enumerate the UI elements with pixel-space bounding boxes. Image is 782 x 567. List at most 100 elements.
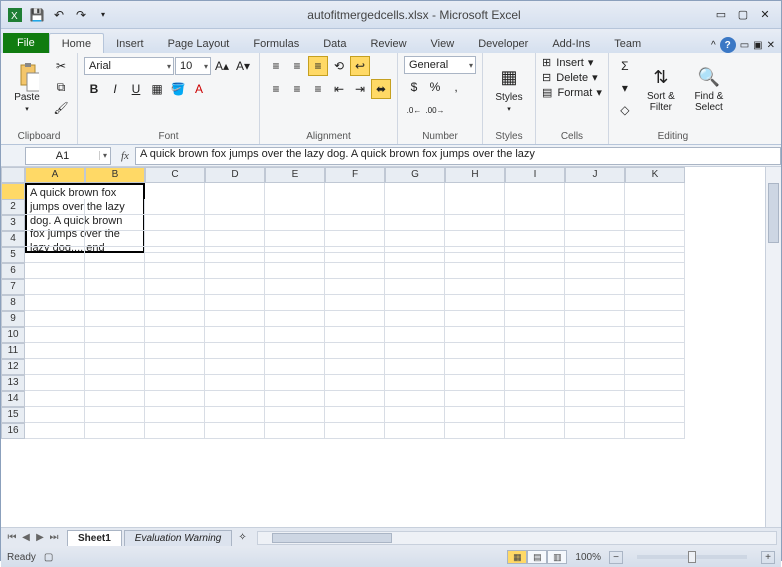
cell-K10[interactable] xyxy=(625,327,685,343)
cell-B2[interactable] xyxy=(85,199,145,215)
cell-C14[interactable] xyxy=(145,391,205,407)
column-header-H[interactable]: H xyxy=(445,167,505,183)
cell-F14[interactable] xyxy=(325,391,385,407)
cell-K2[interactable] xyxy=(625,199,685,215)
cell-F10[interactable] xyxy=(325,327,385,343)
doc-close-button[interactable]: ✕ xyxy=(767,40,775,51)
cell-C11[interactable] xyxy=(145,343,205,359)
cell-I16[interactable] xyxy=(505,423,565,439)
close-button[interactable]: ✕ xyxy=(755,7,775,23)
cell-E9[interactable] xyxy=(265,311,325,327)
row-header-7[interactable]: 7 xyxy=(1,279,25,295)
cell-A11[interactable] xyxy=(25,343,85,359)
find-select-button[interactable]: 🔍 Find & Select xyxy=(687,56,731,122)
column-header-F[interactable]: F xyxy=(325,167,385,183)
sort-filter-button[interactable]: ⇅ Sort & Filter xyxy=(639,56,683,122)
cell-F7[interactable] xyxy=(325,279,385,295)
font-size-combo[interactable]: 10 xyxy=(175,57,211,75)
cell-D12[interactable] xyxy=(205,359,265,375)
increase-font-button[interactable]: A▴ xyxy=(212,56,232,76)
cell-D10[interactable] xyxy=(205,327,265,343)
cell-J2[interactable] xyxy=(565,199,625,215)
tab-page-layout[interactable]: Page Layout xyxy=(156,34,242,53)
align-left-button[interactable]: ≡ xyxy=(266,79,286,99)
cell-A3[interactable] xyxy=(25,215,85,231)
paste-button[interactable]: Paste ▾ xyxy=(7,56,47,122)
cell-I11[interactable] xyxy=(505,343,565,359)
cell-K4[interactable] xyxy=(625,231,685,247)
cell-D8[interactable] xyxy=(205,295,265,311)
cell-C15[interactable] xyxy=(145,407,205,423)
cell-K6[interactable] xyxy=(625,263,685,279)
cell-C7[interactable] xyxy=(145,279,205,295)
decrease-font-button[interactable]: A▾ xyxy=(233,56,253,76)
cell-C6[interactable] xyxy=(145,263,205,279)
delete-cells-button[interactable]: ⊟ Delete ▾ xyxy=(542,71,598,84)
hscroll-thumb[interactable] xyxy=(272,533,392,543)
sheet-nav-first[interactable]: ⏮ xyxy=(5,532,19,543)
cell-D15[interactable] xyxy=(205,407,265,423)
cell-A8[interactable] xyxy=(25,295,85,311)
cell-E10[interactable] xyxy=(265,327,325,343)
cell-H15[interactable] xyxy=(445,407,505,423)
row-header-6[interactable]: 6 xyxy=(1,263,25,279)
row-header-16[interactable]: 16 xyxy=(1,423,25,439)
cell-H12[interactable] xyxy=(445,359,505,375)
cell-G9[interactable] xyxy=(385,311,445,327)
font-name-combo[interactable]: Arial xyxy=(84,57,174,75)
cell-I7[interactable] xyxy=(505,279,565,295)
cell-I5[interactable] xyxy=(505,247,565,263)
cell-B14[interactable] xyxy=(85,391,145,407)
cell-D2[interactable] xyxy=(205,199,265,215)
underline-button[interactable]: U xyxy=(126,79,146,99)
orientation-button[interactable]: ⟲ xyxy=(329,56,349,76)
cell-K5[interactable] xyxy=(625,247,685,263)
cell-C3[interactable] xyxy=(145,215,205,231)
wrap-text-button[interactable]: ↩ xyxy=(350,56,370,76)
row-header-5[interactable]: 5 xyxy=(1,247,25,263)
new-sheet-button[interactable]: ✧ xyxy=(232,532,252,543)
scroll-thumb[interactable] xyxy=(768,183,779,243)
cell-B11[interactable] xyxy=(85,343,145,359)
cell-J11[interactable] xyxy=(565,343,625,359)
format-cells-button[interactable]: ▤ Format ▾ xyxy=(542,86,602,99)
cell-E12[interactable] xyxy=(265,359,325,375)
doc-minimize-button[interactable]: ▭ xyxy=(740,40,749,51)
cell-D13[interactable] xyxy=(205,375,265,391)
cell-G10[interactable] xyxy=(385,327,445,343)
tab-review[interactable]: Review xyxy=(358,34,418,53)
cell-J5[interactable] xyxy=(565,247,625,263)
cell-K8[interactable] xyxy=(625,295,685,311)
tab-addins[interactable]: Add-Ins xyxy=(540,34,602,53)
cell-E7[interactable] xyxy=(265,279,325,295)
row-header-11[interactable]: 11 xyxy=(1,343,25,359)
cell-A14[interactable] xyxy=(25,391,85,407)
cell-J3[interactable] xyxy=(565,215,625,231)
cell-G6[interactable] xyxy=(385,263,445,279)
cell-G14[interactable] xyxy=(385,391,445,407)
cell-I14[interactable] xyxy=(505,391,565,407)
cell-B8[interactable] xyxy=(85,295,145,311)
cell-F13[interactable] xyxy=(325,375,385,391)
cell-K7[interactable] xyxy=(625,279,685,295)
align-right-button[interactable]: ≡ xyxy=(308,79,328,99)
insert-cells-button[interactable]: ⊞ Insert ▾ xyxy=(542,56,593,69)
sheet-tab-sheet1[interactable]: Sheet1 xyxy=(67,530,122,546)
cell-G4[interactable] xyxy=(385,231,445,247)
view-page-break-button[interactable]: ▥ xyxy=(547,550,567,564)
currency-button[interactable]: $ xyxy=(404,77,424,97)
cell-G7[interactable] xyxy=(385,279,445,295)
fill-button[interactable]: ▾ xyxy=(615,78,635,98)
row-header-13[interactable]: 13 xyxy=(1,375,25,391)
cell-G3[interactable] xyxy=(385,215,445,231)
align-bottom-button[interactable]: ≡ xyxy=(308,56,328,76)
cell-B4[interactable] xyxy=(85,231,145,247)
cell-D16[interactable] xyxy=(205,423,265,439)
cell-I12[interactable] xyxy=(505,359,565,375)
column-header-A[interactable]: A xyxy=(25,167,85,183)
cell-J12[interactable] xyxy=(565,359,625,375)
column-header-E[interactable]: E xyxy=(265,167,325,183)
cell-D4[interactable] xyxy=(205,231,265,247)
comma-button[interactable]: , xyxy=(446,77,466,97)
cell-H14[interactable] xyxy=(445,391,505,407)
